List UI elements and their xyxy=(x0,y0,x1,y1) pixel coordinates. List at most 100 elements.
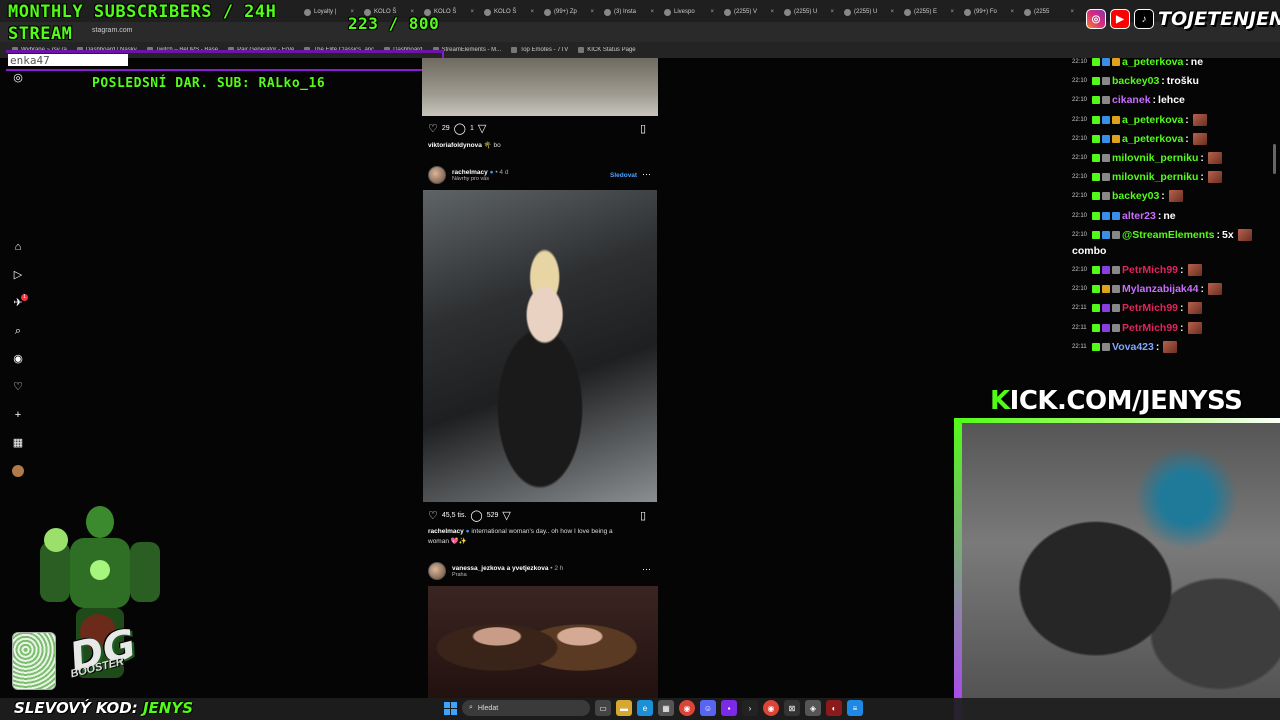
chat-username[interactable]: a_peterkova xyxy=(1122,133,1183,145)
browser-tab[interactable]: (2255 × xyxy=(1020,2,1078,22)
folder-icon[interactable]: ▬ xyxy=(616,700,632,716)
save-icon[interactable]: ▯ xyxy=(640,509,646,522)
chat-username[interactable]: a_peterkova xyxy=(1122,114,1183,126)
file-icon[interactable]: ▭ xyxy=(595,700,611,716)
chat-badge-icon xyxy=(1112,58,1120,66)
close-icon[interactable]: × xyxy=(1010,9,1014,15)
chat-username[interactable]: @StreamElements xyxy=(1122,229,1215,241)
chat-message: 22:10 alter23: ne xyxy=(1072,210,1176,222)
close-icon[interactable]: × xyxy=(470,9,474,15)
browser-tab[interactable]: KOLO Š × xyxy=(480,2,538,22)
chat-username[interactable]: Mylanzabijak44 xyxy=(1122,283,1198,295)
post2-image[interactable] xyxy=(423,190,657,502)
chrome-icon[interactable]: ◉ xyxy=(679,700,695,716)
notifications-icon[interactable]: ♡ xyxy=(12,381,24,393)
discord-icon[interactable]: ☺ xyxy=(700,700,716,716)
app3-icon[interactable]: ◐ xyxy=(826,700,842,716)
xbox-icon[interactable]: ⊠ xyxy=(784,700,800,716)
post2-username[interactable]: rachelmacy xyxy=(452,169,488,176)
follow-button[interactable]: Sledovat xyxy=(610,172,637,179)
bookmark-item[interactable]: KICK Status Page xyxy=(578,47,636,53)
browser-tab[interactable]: (2255) U × xyxy=(780,2,838,22)
chat-timestamp: 22:11 xyxy=(1072,324,1087,331)
more-options-icon[interactable]: ⋯ xyxy=(642,169,651,180)
app-icon[interactable]: ▪ xyxy=(721,700,737,716)
store-icon[interactable]: ▦ xyxy=(658,700,674,716)
browser-tab[interactable]: (99+) Fo × xyxy=(960,2,1018,22)
taskbar-search[interactable]: ⌕ Hledat xyxy=(462,700,590,716)
browser-tab[interactable]: (2255) E × xyxy=(900,2,958,22)
share-icon[interactable]: ▽ xyxy=(502,509,510,522)
comment-icon[interactable]: ◯ xyxy=(454,122,466,135)
terminal-icon[interactable]: › xyxy=(742,700,758,716)
post2-user[interactable]: rachelmacy ● • 4 d xyxy=(452,169,508,176)
profile-icon[interactable] xyxy=(12,465,24,477)
comment-icon[interactable]: ◯ xyxy=(470,509,482,522)
monthly-subs-title: MONTHLY SUBSCRIBERS / 24H xyxy=(8,2,277,22)
start-button[interactable] xyxy=(444,701,457,715)
chat-message: 22:10 milovnik_perniku: xyxy=(1072,171,1222,184)
tab-favicon-icon xyxy=(904,8,911,16)
post2-actions: ♡ 45,5 tis. ◯ 529 ▽ xyxy=(428,509,511,522)
chat-username[interactable]: milovnik_perniku xyxy=(1112,152,1198,164)
chat-username[interactable]: PetrMich99 xyxy=(1122,322,1178,334)
chat-scrollbar[interactable] xyxy=(1272,60,1277,360)
edge-icon[interactable]: e xyxy=(637,700,653,716)
social-handle-text: TOJETENJENYS xyxy=(1158,8,1280,30)
search-icon[interactable]: ⌕ xyxy=(12,325,24,337)
more-options-icon[interactable]: ⋯ xyxy=(642,564,651,575)
chat-username[interactable]: PetrMich99 xyxy=(1122,264,1178,276)
close-icon[interactable]: × xyxy=(950,9,954,15)
chat-username[interactable]: Vova423 xyxy=(1112,341,1154,353)
browser-tab[interactable]: Livespo × xyxy=(660,2,718,22)
close-icon[interactable]: × xyxy=(710,9,714,15)
browser-tab[interactable]: (2255) V × xyxy=(720,2,778,22)
close-icon[interactable]: × xyxy=(590,9,594,15)
chat-badge-icon xyxy=(1102,230,1110,239)
chat-username[interactable]: cikanek xyxy=(1112,94,1151,106)
close-icon[interactable]: × xyxy=(530,9,534,15)
save-icon[interactable]: ▯ xyxy=(640,122,646,135)
post-image[interactable] xyxy=(422,58,658,116)
chrome-icon[interactable]: ◉ xyxy=(763,700,779,716)
reels-icon[interactable]: ▷ xyxy=(12,269,24,281)
chat-username[interactable]: a_peterkova xyxy=(1122,56,1183,68)
browser-tab[interactable]: (3) Insta × xyxy=(600,2,658,22)
close-icon[interactable]: × xyxy=(830,9,834,15)
browser-tab[interactable]: (2255) U × xyxy=(840,2,898,22)
create-icon[interactable]: + xyxy=(12,409,24,421)
chat-username[interactable]: milovnik_perniku xyxy=(1112,171,1198,183)
home-icon[interactable]: ⌂ xyxy=(12,241,24,253)
post3-user[interactable]: vanessa_jezkova a yvetjezkova • 2 h xyxy=(452,565,563,572)
close-icon[interactable]: × xyxy=(1070,9,1074,15)
explore-icon[interactable]: ◉ xyxy=(12,353,24,365)
chat-username[interactable]: PetrMich99 xyxy=(1122,302,1178,314)
bookmark-item[interactable]: Top Emotes - 7TV xyxy=(511,47,568,53)
chat-username[interactable]: backey03 xyxy=(1112,75,1159,87)
chat-separator: : xyxy=(1200,283,1204,296)
close-icon[interactable]: × xyxy=(890,9,894,15)
chat-timestamp: 22:10 xyxy=(1072,155,1088,161)
chat-timestamp: 22:10 xyxy=(1072,59,1088,65)
post3-username[interactable]: vanessa_jezkova a yvetjezkova xyxy=(452,565,548,572)
browser-tab[interactable]: (99+) Zp × xyxy=(540,2,598,22)
chat-message: 22:11 Vova423: xyxy=(1072,340,1178,353)
notes-icon[interactable]: ≡ xyxy=(847,700,863,716)
avatar[interactable] xyxy=(428,166,446,184)
chat-username[interactable]: backey03 xyxy=(1112,190,1159,202)
caption-user[interactable]: viktoriafoldynova xyxy=(428,142,482,149)
close-icon[interactable]: × xyxy=(770,9,774,15)
post3-image[interactable] xyxy=(428,586,658,698)
scroll-thumb[interactable] xyxy=(1273,144,1276,174)
instagram-icon[interactable]: ◎ xyxy=(12,72,24,84)
chat-username[interactable]: alter23 xyxy=(1122,210,1156,222)
share-icon[interactable]: ▽ xyxy=(478,122,486,135)
close-icon[interactable]: × xyxy=(650,9,654,15)
app2-icon[interactable]: ◈ xyxy=(805,700,821,716)
dashboard-icon[interactable]: ▦ xyxy=(12,437,24,449)
like-icon[interactable]: ♡ xyxy=(428,122,438,135)
like-icon[interactable]: ♡ xyxy=(428,509,438,522)
avatar[interactable] xyxy=(428,562,446,580)
post2-header: rachelmacy ● • 4 d Návrhy pro vás xyxy=(428,166,508,184)
caption-user[interactable]: rachelmacy xyxy=(428,528,464,535)
